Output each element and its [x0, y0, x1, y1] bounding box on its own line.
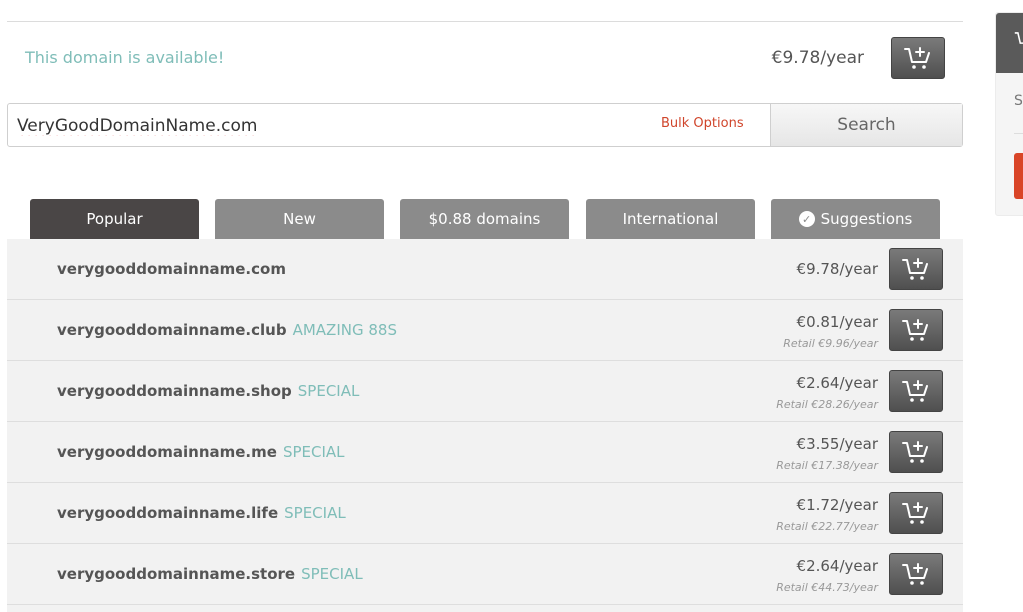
retail-price: Retail €9.96/year — [783, 337, 878, 350]
domain-name: verygooddomainname.store SPECIAL — [57, 565, 363, 583]
add-to-cart-button[interactable] — [889, 492, 943, 534]
promo-tag: SPECIAL — [284, 504, 346, 522]
tab-popular[interactable]: Popular — [30, 199, 199, 239]
add-to-cart-icon — [902, 441, 928, 463]
results-list: verygooddomainname.com €9.78/year verygo… — [7, 239, 963, 612]
add-to-cart-button[interactable] — [889, 431, 943, 473]
tab-suggestions[interactable]: ✓ Suggestions — [771, 199, 940, 239]
add-to-cart-icon — [902, 380, 928, 402]
bulk-options-link[interactable]: Bulk Options — [661, 116, 744, 131]
promo-tag: AMAZING 88S — [292, 321, 397, 339]
domain-search-bar: Bulk Options Search — [7, 103, 963, 147]
domain-name: verygooddomainname.club AMAZING 88S — [57, 321, 397, 339]
add-to-cart-button[interactable] — [889, 553, 943, 595]
retail-price: Retail €44.73/year — [776, 581, 878, 594]
add-to-cart-button[interactable] — [889, 370, 943, 412]
availability-price: €9.78/year — [771, 48, 864, 68]
domain-price: €2.64/year — [796, 374, 878, 392]
domain-name: verygooddomainname.shop SPECIAL — [57, 382, 359, 400]
result-row: verygooddomainname.store SPECIAL €2.64/ye… — [7, 544, 963, 605]
availability-message: This domain is available! — [25, 48, 225, 67]
result-row: verygooddomainname.club AMAZING 88S €0.81… — [7, 300, 963, 361]
cart-side-panel: S — [995, 12, 1023, 216]
domain-name-text: verygooddomainname.shop — [57, 382, 292, 400]
domain-name-text: verygooddomainname.club — [57, 321, 287, 339]
domain-name-text: verygooddomainname.me — [57, 443, 277, 461]
tab-suggestions-label: Suggestions — [820, 210, 913, 228]
retail-price: Retail €17.38/year — [776, 459, 878, 472]
add-to-cart-button[interactable] — [889, 248, 943, 290]
availability-row: This domain is available! €9.78/year — [7, 22, 963, 94]
promo-tag: SPECIAL — [297, 382, 360, 400]
result-row: verygooddomainname.com €9.78/year — [7, 239, 963, 300]
tab-088-domains-label: $0.88 domains — [428, 210, 541, 228]
cart-icon — [1014, 32, 1023, 44]
add-to-cart-icon — [902, 502, 928, 524]
add-to-cart-icon — [904, 47, 930, 69]
side-cart-header — [996, 13, 1023, 73]
add-to-cart-icon — [902, 563, 928, 585]
domain-price: €9.78/year — [796, 260, 878, 278]
search-button[interactable]: Search — [770, 104, 962, 146]
domain-price: €3.55/year — [796, 435, 878, 453]
tab-international[interactable]: International — [586, 199, 755, 239]
check-circle-icon: ✓ — [798, 211, 815, 227]
retail-price: Retail €22.77/year — [776, 520, 878, 533]
result-row: verygooddomainname.life SPECIAL €1.72/yea… — [7, 483, 963, 544]
domain-name: verygooddomainname.com — [57, 260, 286, 278]
add-to-cart-button[interactable] — [889, 309, 943, 351]
retail-price: Retail €28.26/year — [776, 398, 878, 411]
tab-088-domains[interactable]: $0.88 domains — [400, 199, 569, 239]
side-panel-text: S — [1014, 93, 1023, 109]
add-to-cart-icon — [902, 258, 928, 280]
domain-price: €1.72/year — [796, 496, 878, 514]
domain-price: €2.64/year — [796, 557, 878, 575]
add-to-cart-icon — [902, 319, 928, 341]
checkout-button[interactable] — [1014, 153, 1023, 199]
promo-tag: SPECIAL — [301, 565, 363, 583]
domain-name: verygooddomainname.life SPECIAL — [57, 504, 346, 522]
promo-tag: SPECIAL — [282, 443, 345, 461]
tab-new[interactable]: New — [215, 199, 384, 239]
domain-name: verygooddomainname.me SPECIAL — [57, 443, 345, 461]
result-row: verygooddomainname.me SPECIAL €3.55/year … — [7, 422, 963, 483]
domain-name-text: verygooddomainname.com — [57, 260, 286, 278]
tab-popular-label: Popular — [86, 210, 143, 228]
side-divider — [1014, 133, 1023, 134]
domain-name-text: verygooddomainname.store — [57, 565, 296, 583]
domain-name-text: verygooddomainname.life — [57, 504, 279, 522]
add-to-cart-button[interactable] — [891, 37, 945, 79]
domain-price: €0.81/year — [796, 313, 878, 331]
result-row: verygooddomainname.shop SPECIAL €2.64/yea… — [7, 361, 963, 422]
domain-search-input[interactable] — [17, 112, 637, 140]
tab-international-label: International — [622, 210, 719, 228]
tab-new-label: New — [283, 210, 316, 228]
